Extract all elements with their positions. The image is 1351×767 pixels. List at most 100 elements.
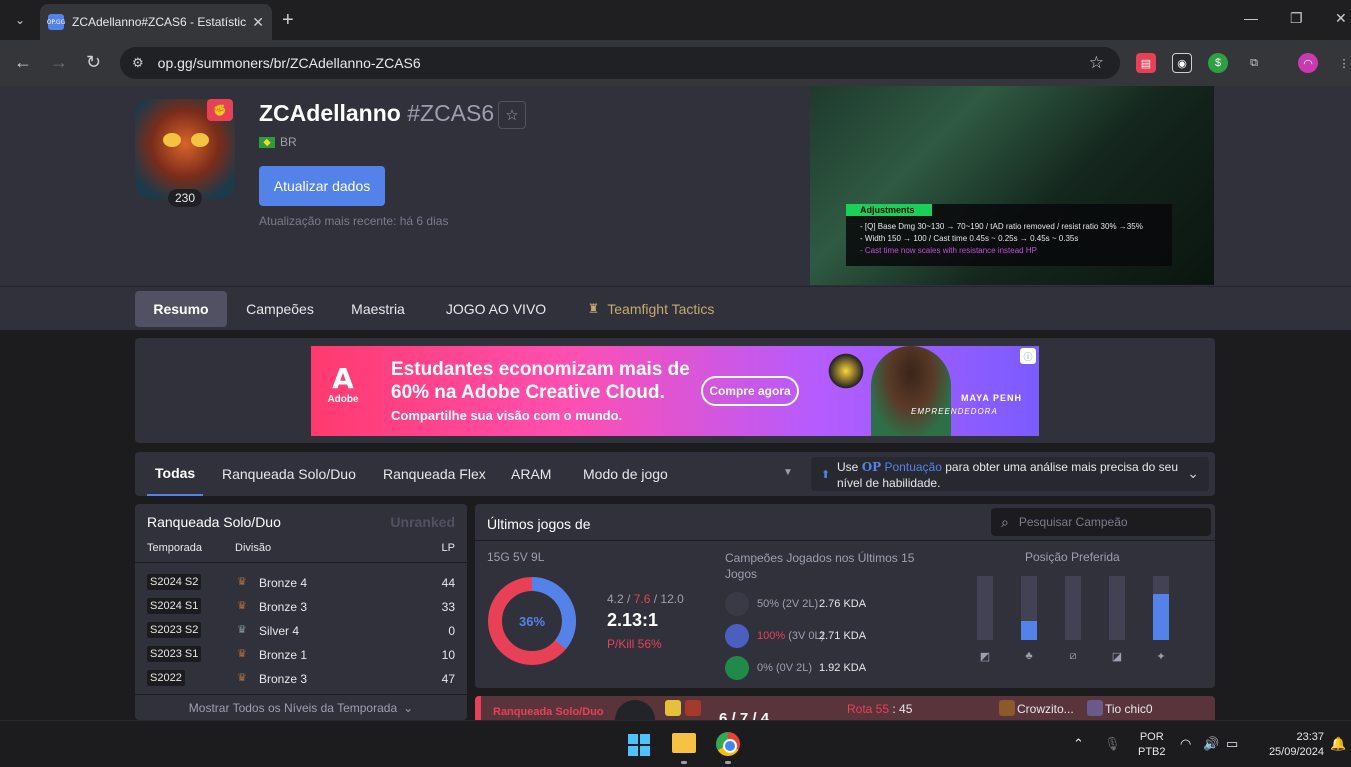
match-row[interactable]: Ranqueada Solo/Duo 6 / 7 / 4 Rota 55 : 4…	[475, 696, 1215, 720]
windows-start-icon[interactable]	[628, 734, 650, 756]
tab-jogo-ao-vivo[interactable]: JOGO AO VIVO	[437, 291, 555, 327]
position-bar	[1153, 576, 1169, 640]
position-bar	[1065, 576, 1081, 640]
new-tab-icon[interactable]: +	[282, 9, 294, 32]
filter-solo-duo[interactable]: Ranqueada Solo/Duo	[222, 452, 356, 496]
player-name[interactable]: Crowzito...	[1017, 702, 1074, 716]
champs-title: Campeões Jogados nos Últimos 15 Jogos	[725, 551, 915, 581]
match-rota: Rota 55 : 45	[847, 702, 912, 716]
extensions-puzzle-icon[interactable]: ⧉	[1244, 53, 1264, 73]
input-language[interactable]: POR PTB2	[1138, 730, 1166, 760]
champion-search-input[interactable]: ⌕ Pesquisar Campeão	[991, 508, 1211, 536]
running-indicator	[725, 761, 731, 764]
battery-icon[interactable]: ▭	[1226, 736, 1238, 752]
adobe-logo-icon: A	[332, 362, 354, 395]
chevron-down-icon[interactable]: ▼	[783, 467, 793, 478]
volume-icon[interactable]: 🔊	[1203, 736, 1219, 752]
file-explorer-icon[interactable]	[672, 733, 696, 753]
bookmark-star-icon[interactable]: ☆	[1089, 53, 1104, 73]
avatar-eye	[163, 133, 181, 147]
profile-avatar[interactable]: ◠	[1298, 53, 1318, 73]
divider	[475, 540, 1215, 541]
tab-tft[interactable]: ♜ Teamfight Tactics	[576, 291, 726, 327]
tier-name: Bronze 4	[259, 576, 308, 590]
reload-icon[interactable]: ↻	[86, 52, 101, 73]
bot-lane-icon: ◪	[1111, 651, 1123, 663]
player-name[interactable]: Tio chic0	[1105, 702, 1153, 716]
region: BR	[259, 135, 297, 149]
update-data-button[interactable]: Atualizar dados	[259, 166, 385, 206]
op-score-banner[interactable]: ⬆ Use OP Pontuação para obter uma anális…	[811, 457, 1209, 491]
notification-bell-icon[interactable]: 🔔	[1330, 736, 1346, 752]
back-icon[interactable]: ←	[14, 52, 32, 73]
live-stream-embed[interactable]: Adjustments - [Q] Base Dmg 30~130 → 70~1…	[810, 86, 1214, 285]
champion-row[interactable]: 100% (3V 0L) 2.71 KDA	[725, 624, 925, 648]
match-champion-icon	[615, 700, 655, 720]
address-bar[interactable]: ⚙ op.gg/summoners/br/ZCAdellanno-ZCAS6 ☆	[120, 47, 1120, 79]
champion-row[interactable]: 0% (0V 2L) 1.92 KDA	[725, 656, 925, 680]
op-use-text: Use	[837, 460, 862, 474]
arrow-up-icon: ⬆	[821, 469, 831, 481]
match-rota-label: Rota 55	[847, 702, 890, 716]
minimize-icon[interactable]: —	[1244, 10, 1258, 26]
extension-icon[interactable]: ◉	[1172, 53, 1192, 73]
season-row: S2023 S2 ♛ Silver 4 0	[135, 618, 467, 642]
windows-taskbar: ⌃ 🎙 POR PTB2 ◠ 🔊 ▭ 23:37 25/09/2024 🔔	[0, 720, 1351, 767]
adobe-ad-banner[interactable]: A Adobe Estudantes economizam mais de 60…	[311, 346, 1039, 436]
tray-chevron-icon[interactable]: ⌃	[1073, 736, 1084, 752]
support-icon: ✦	[1156, 651, 1166, 663]
region-label: BR	[280, 135, 297, 149]
tier-emblem-icon: ♛	[237, 600, 247, 612]
search-icon: ⌕	[1001, 513, 1009, 530]
site-settings-icon[interactable]: ⚙	[132, 55, 144, 71]
keyboard-layout: PTB2	[1138, 746, 1166, 758]
champion-row[interactable]: 50% (2V 2L) 2.76 KDA	[725, 592, 925, 616]
extension-icon[interactable]: $	[1208, 53, 1228, 73]
tier-emblem-icon: ♛	[237, 648, 247, 660]
divider	[135, 562, 467, 563]
stream-line: - [Q] Base Dmg 30~130 → 70~190 / tAD rat…	[860, 222, 1143, 231]
positions-title: Posição Preferida	[1025, 550, 1120, 564]
ad-person-sub: EMPREENDEDORA	[911, 407, 998, 416]
filter-game-mode[interactable]: Modo de jogo	[583, 452, 668, 496]
tier-emblem-icon: ♛	[237, 624, 247, 636]
tier-lp: 10	[441, 648, 455, 662]
ad-cta-button[interactable]: Compre agora	[701, 376, 799, 406]
champion-icon	[725, 592, 749, 616]
tab-maestria[interactable]: Maestria	[341, 291, 415, 327]
tab-resumo[interactable]: Resumo	[135, 291, 227, 327]
restore-icon[interactable]: ❐	[1290, 10, 1303, 27]
ad-info-icon[interactable]: ⓘ	[1020, 348, 1036, 364]
champion-winrate: 50% (2V 2L)	[757, 598, 818, 610]
show-all-seasons-label: Mostrar Todos os Níveis da Temporada	[188, 700, 398, 715]
browser-menu-icon[interactable]: ⋮	[1334, 53, 1351, 73]
microphone-icon[interactable]: 🎙	[1104, 736, 1121, 752]
filter-todas[interactable]: Todas	[147, 452, 204, 496]
filter-aram[interactable]: ARAM	[511, 452, 551, 496]
browser-tab[interactable]: OP.GG ZCAdellanno#ZCAS6 - Estatístic ✕	[40, 4, 272, 40]
tab-search-button[interactable]: ⌄	[8, 8, 32, 32]
system-clock[interactable]: 23:37 25/09/2024	[1258, 730, 1324, 760]
position-fill	[1153, 594, 1169, 640]
tab-close-icon[interactable]: ✕	[252, 14, 264, 31]
wifi-icon[interactable]: ◠	[1180, 736, 1191, 752]
mid-lane-icon: ⧄	[1069, 650, 1077, 662]
tier-lp: 44	[441, 576, 455, 590]
filter-flex[interactable]: Ranqueada Flex	[383, 452, 486, 496]
extension-icon[interactable]: ▤	[1136, 53, 1156, 73]
close-window-icon[interactable]: ✕	[1335, 10, 1347, 27]
chrome-icon[interactable]	[716, 732, 740, 756]
stream-line: - Width 150 → 100 / Cast time 0.45s ~ 0.…	[860, 234, 1079, 243]
champion-kda: 2.76 KDA	[819, 598, 867, 610]
tab-campeoes[interactable]: Campeões	[237, 291, 323, 327]
col-season: Temporada	[147, 542, 203, 554]
show-all-seasons-button[interactable]: Mostrar Todos os Níveis da Temporada ⌄	[135, 694, 467, 720]
season-row: S2024 S1 ♛ Bronze 3 33	[135, 594, 467, 618]
kda-assists: 12.0	[660, 592, 684, 606]
forward-icon[interactable]: →	[50, 52, 68, 73]
brazil-flag-icon	[259, 136, 275, 148]
chevron-down-icon[interactable]: ⌄	[1187, 465, 1199, 481]
season-badge: S2023 S2	[147, 622, 202, 638]
games-record: 15G 5V 9L	[487, 550, 545, 564]
favorite-star-button[interactable]: ☆	[498, 101, 526, 129]
